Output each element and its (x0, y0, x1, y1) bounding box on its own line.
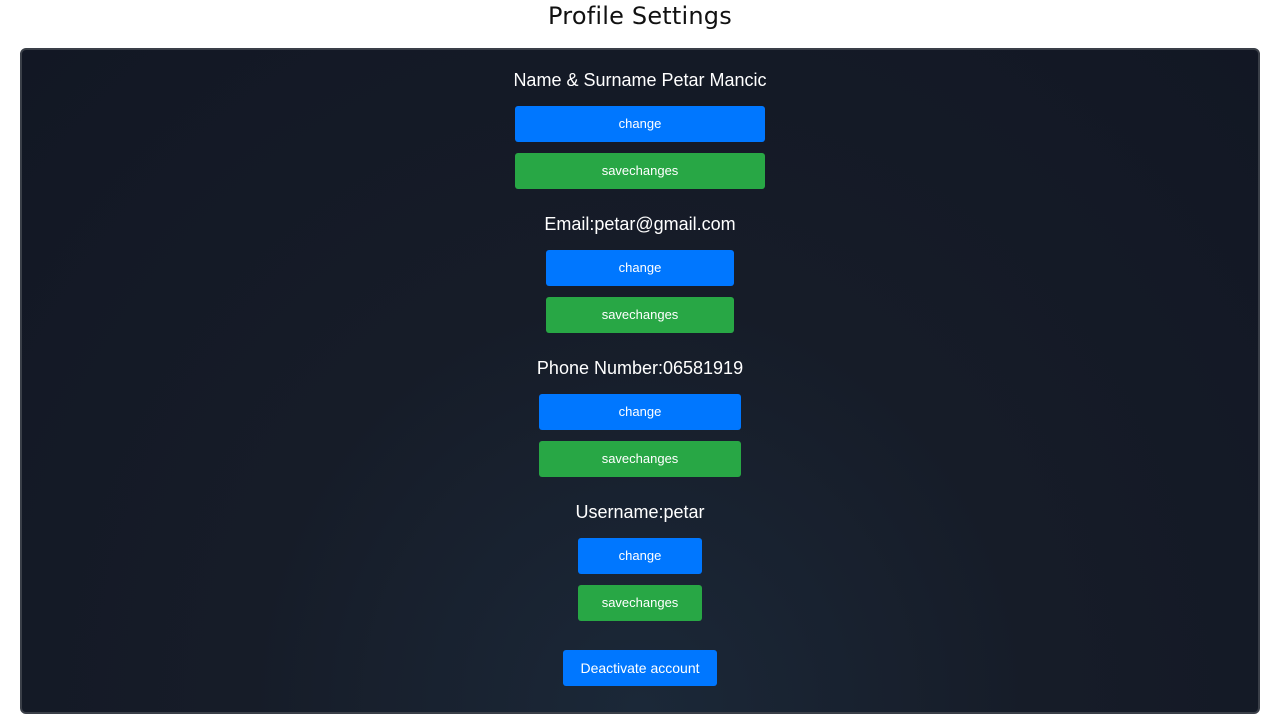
change-email-button[interactable]: change (546, 250, 734, 286)
page-title: Profile Settings (548, 2, 732, 30)
deactivate-account-button[interactable]: Deactivate account (563, 650, 717, 686)
save-phone-button[interactable]: savechanges (539, 441, 741, 477)
phone-number-label: Phone Number:06581919 (536, 358, 744, 378)
change-name-button[interactable]: change (515, 106, 765, 142)
save-username-button[interactable]: savechanges (578, 585, 702, 621)
username-label: Username:petar (575, 502, 705, 522)
name-surname-label: Name & Surname Petar Mancic (513, 70, 767, 90)
change-username-button[interactable]: change (578, 538, 702, 574)
save-email-button[interactable]: savechanges (546, 297, 734, 333)
email-label: Email:petar@gmail.com (544, 214, 736, 234)
profile-settings-panel: Name & Surname Petar Mancic change savec… (20, 48, 1260, 714)
change-phone-button[interactable]: change (539, 394, 741, 430)
save-name-button[interactable]: savechanges (515, 153, 765, 189)
